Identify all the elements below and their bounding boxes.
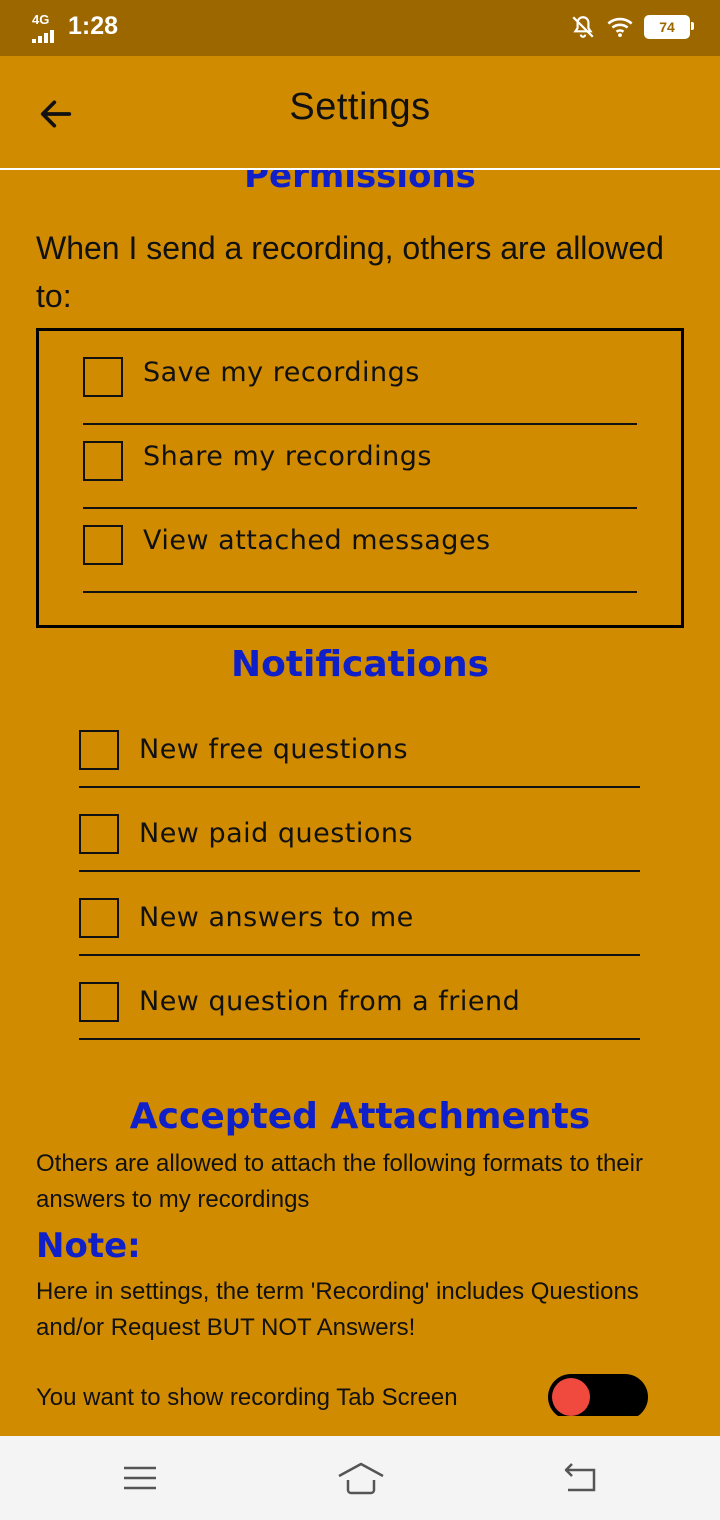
permissions-description: When I send a recording, others are allo… — [36, 230, 664, 314]
permission-view-messages[interactable]: View attached messages — [83, 507, 637, 593]
home-icon — [338, 1462, 384, 1495]
back-icon — [564, 1463, 596, 1492]
checkbox[interactable] — [79, 730, 119, 770]
note-title: Note: — [36, 1226, 141, 1266]
bell-off-icon — [572, 16, 594, 38]
page-title: Settings — [289, 86, 431, 128]
settings-content[interactable]: Permissions When I send a recording, oth… — [0, 170, 720, 1416]
checkbox-label: New free questions — [139, 734, 409, 765]
toggle-knob — [552, 1378, 590, 1416]
home-button[interactable] — [336, 1458, 386, 1498]
checkbox[interactable] — [83, 525, 123, 565]
permission-share-recordings[interactable]: Share my recordings — [83, 423, 637, 509]
notification-answers-to-me[interactable]: New answers to me — [79, 870, 640, 956]
menu-icon — [124, 1466, 156, 1490]
checkbox-label: View attached messages — [143, 525, 491, 556]
checkbox-label: New question from a friend — [139, 986, 521, 1017]
notification-free-questions[interactable]: New free questions — [79, 702, 640, 788]
battery-level: 74 — [659, 19, 675, 35]
notifications-title: Notifications — [230, 644, 490, 685]
back-nav-button[interactable] — [558, 1458, 602, 1498]
recording-tab-toggle[interactable] — [548, 1374, 648, 1416]
recording-tab-label: You want to show recording Tab Screen — [36, 1384, 458, 1411]
wifi-icon — [607, 17, 633, 38]
checkbox-label: Share my recordings — [143, 441, 432, 472]
app-bar: Settings — [0, 56, 720, 170]
permissions-title: Permissions — [244, 170, 476, 196]
checkbox-label: New answers to me — [139, 902, 414, 933]
network-type: 4G — [32, 12, 50, 27]
checkbox[interactable] — [79, 898, 119, 938]
checkbox[interactable] — [79, 982, 119, 1022]
notification-friend-question[interactable]: New question from a friend — [79, 954, 640, 1040]
checkbox[interactable] — [83, 357, 123, 397]
notification-paid-questions[interactable]: New paid questions — [79, 786, 640, 872]
attachments-title: Accepted Attachments — [129, 1096, 591, 1137]
menu-button[interactable] — [118, 1458, 162, 1498]
checkbox[interactable] — [79, 814, 119, 854]
status-bar: 4G 1:28 74 — [0, 0, 720, 56]
checkbox-label: Save my recordings — [143, 357, 420, 388]
battery-icon: 74 — [644, 15, 694, 39]
status-time: 1:28 — [68, 12, 119, 40]
attachments-description: Others are allowed to attach the followi… — [36, 1150, 643, 1213]
note-text: Here in settings, the term 'Recording' i… — [36, 1278, 639, 1341]
navigation-bar — [0, 1436, 720, 1520]
permissions-box: Save my recordings Share my recordings V… — [36, 328, 684, 628]
permission-save-recordings[interactable]: Save my recordings — [83, 339, 637, 425]
signal-icon: 4G — [30, 12, 62, 43]
checkbox-label: New paid questions — [139, 818, 414, 849]
checkbox[interactable] — [83, 441, 123, 481]
